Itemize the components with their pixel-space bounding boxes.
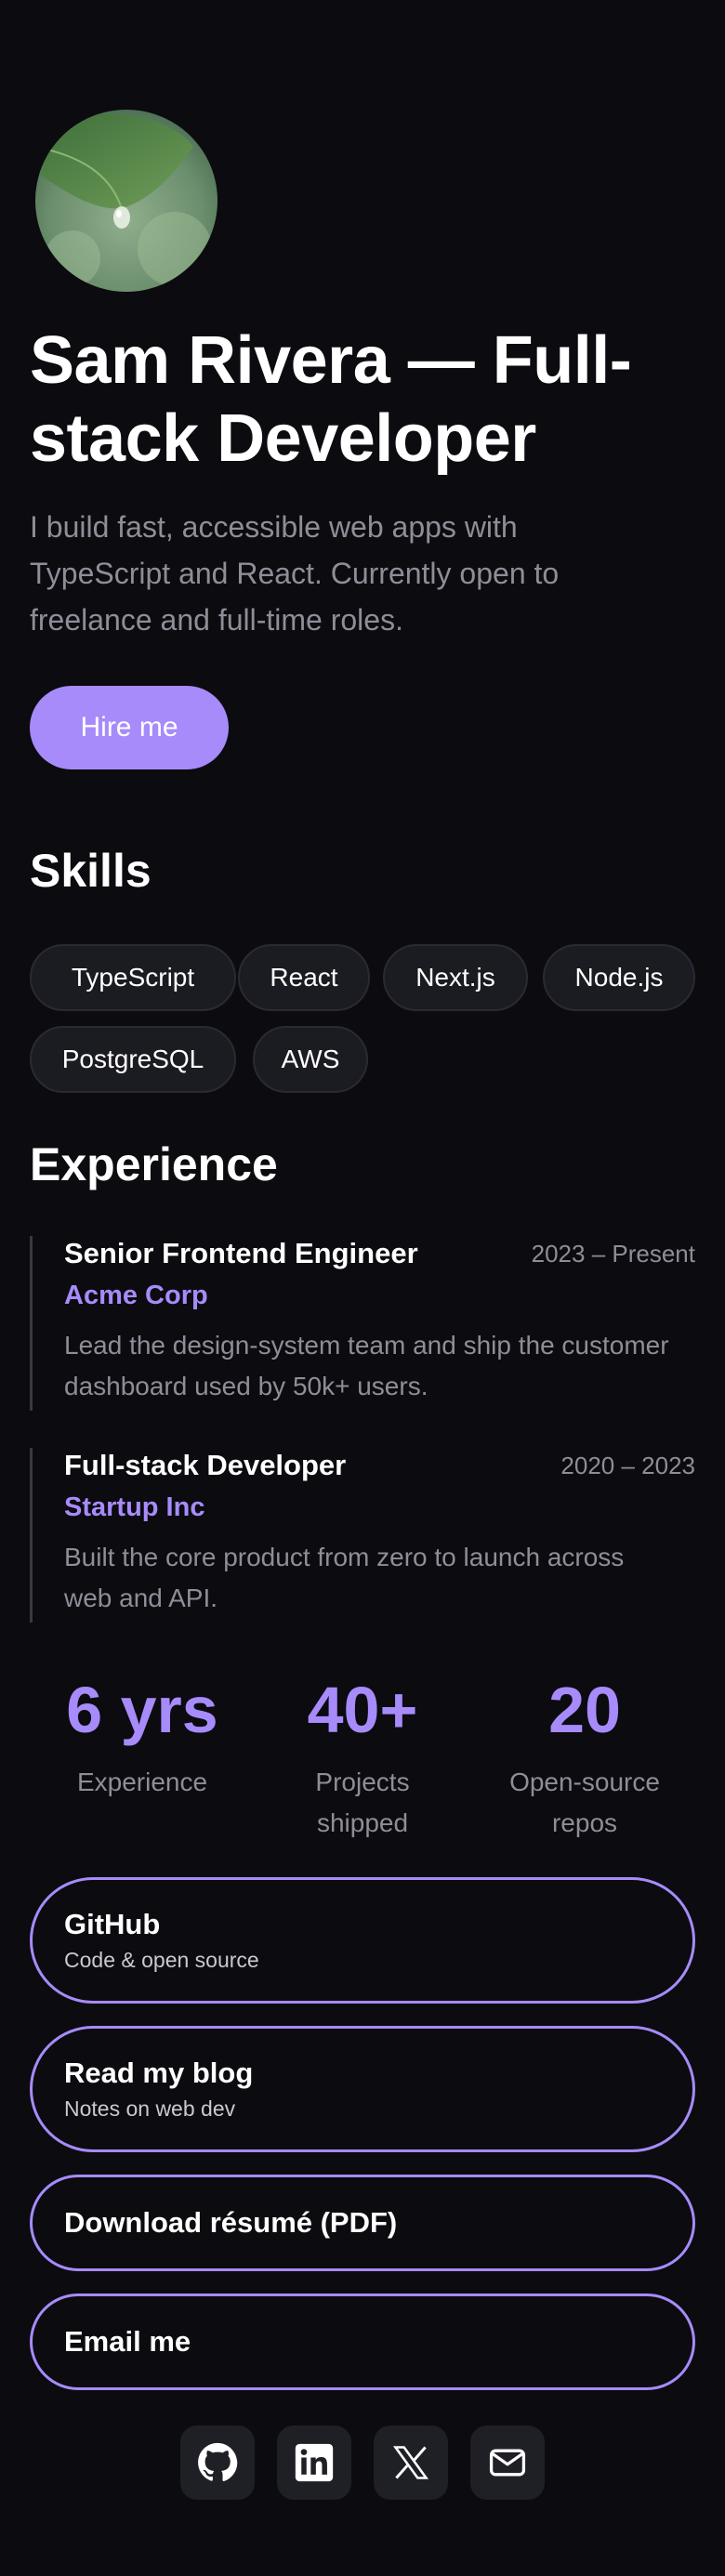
job-description: Lead the design-system team and ship the… [64,1331,669,1400]
bio-text: I build fast, accessible web apps with T… [30,510,560,637]
social-linkedin[interactable] [277,2425,351,2500]
link-subtitle: Code & open source [64,1948,259,1972]
skill-chip-aws: AWS [253,1026,368,1093]
stat-value: 40+ [307,1674,418,1746]
job-period: 2023 – Present [531,1240,695,1268]
github-icon [198,2442,238,2482]
hire-me-button[interactable]: Hire me [30,686,229,769]
experience-heading: Experience [30,1138,278,1190]
stat-open-source: 20 Open-source repos [474,1671,695,1844]
page-title: Sam Rivera — Full-stack Developer [30,323,632,476]
job-description: Built the core product from zero to laun… [64,1543,625,1612]
link-subtitle: Notes on web dev [64,2096,236,2121]
x-icon [392,2446,429,2479]
skill-chip-nodejs: Node.js [543,944,695,1011]
link-github[interactable]: GitHub Code & open source [30,1877,695,2004]
stat-projects: 40+ Projects shipped [252,1671,473,1844]
social-github[interactable] [180,2425,255,2500]
social-x[interactable] [374,2425,448,2500]
experience-item: Full-stack Developer 2020 – 2023 Startup… [30,1448,695,1623]
experience-item: Senior Frontend Engineer 2023 – Present … [30,1236,695,1411]
linkedin-icon [295,2443,334,2482]
stat-label: Projects shipped [315,1768,410,1837]
skills-heading: Skills [30,845,152,897]
link-title: Email me [64,2325,191,2358]
profile-page: Sam Rivera — Full-stack Developer I buil… [30,0,695,2576]
link-blog[interactable]: Read my blog Notes on web dev [30,2026,695,2152]
stat-label: Experience [76,1768,208,1796]
link-title: Download résumé (PDF) [64,2206,398,2239]
stat-value: 6 yrs [66,1674,218,1746]
avatar [35,110,218,292]
job-company: Acme Corp [64,1281,208,1310]
link-title: Read my blog [64,2057,254,2089]
social-email[interactable] [470,2425,545,2500]
job-company: Startup Inc [64,1492,205,1522]
stat-value: 20 [548,1674,621,1746]
skill-chip-nextjs: Next.js [383,944,528,1011]
mail-icon [489,2449,526,2477]
avatar-leaf-image [35,110,218,292]
stat-experience: 6 yrs Experience [32,1671,253,1803]
link-resume[interactable]: Download résumé (PDF) [30,2175,695,2271]
stat-label: Open-source repos [509,1768,660,1837]
skill-chip-react: React [238,944,370,1011]
skill-chip-typescript: TypeScript [30,944,236,1011]
link-title: GitHub [64,1908,161,1940]
job-period: 2020 – 2023 [560,1452,695,1479]
link-email[interactable]: Email me [30,2293,695,2390]
skill-chip-postgresql: PostgreSQL [30,1026,236,1093]
